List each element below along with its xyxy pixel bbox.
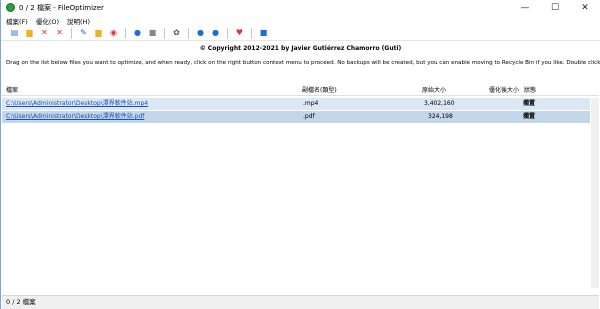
table-row[interactable]: C:\Users\Administrator\Desktop\潭界軟件站.mp4… (2, 98, 590, 110)
pause-icon[interactable]: ■ (147, 28, 158, 39)
maximize-button[interactable]: ☐ (540, 0, 570, 15)
copyright-text: © Copyright 2012-2021 by Javier Gutiérre… (199, 45, 402, 52)
toolbar-separator (251, 27, 252, 39)
list-header: 檔案 副檔名(類型) 原始大小 優化後大小 狀態 (2, 86, 599, 96)
stop-icon[interactable]: ◉ (108, 28, 119, 39)
window-title: 0 / 2 檔案 - FileOptimizer (19, 3, 104, 12)
column-header-file[interactable]: 檔案 (6, 86, 18, 96)
window-controls: — ☐ ✕ (510, 0, 600, 15)
toolbar-separator (71, 27, 72, 39)
info-icon[interactable]: ■ (258, 28, 269, 39)
menu-file[interactable]: 檔案(F) (6, 16, 28, 26)
status-bar: 0 / 2 檔案 (2, 295, 599, 309)
file-ext: .mp4 (303, 100, 319, 107)
toolbar-separator (227, 27, 228, 39)
menu-bar: 檔案(F) 優化(O) 說明(H) (1, 15, 600, 26)
help-icon[interactable]: ● (195, 28, 206, 39)
file-orig-size: 324,198 (428, 113, 453, 120)
file-ext: .pdf (303, 113, 315, 120)
file-status: 擱置 (523, 113, 536, 120)
donate-icon[interactable]: ♥ (234, 28, 245, 39)
file-path[interactable]: C:\Users\Administrator\Desktop\潭界軟件站.pdf (6, 111, 144, 123)
table-row[interactable]: C:\Users\Administrator\Desktop\潭界軟件站.pdf… (2, 111, 590, 123)
add-files-icon[interactable]: ▤ (9, 28, 20, 39)
column-header-status[interactable]: 狀態 (524, 86, 536, 96)
minimize-button[interactable]: — (510, 0, 540, 15)
column-header-orig-size[interactable]: 原始大小 (422, 86, 446, 96)
clear-icon[interactable]: ✕ (54, 28, 65, 39)
settings-icon[interactable]: ✿ (171, 28, 182, 39)
file-path[interactable]: C:\Users\Administrator\Desktop\潭界軟件站.mp4 (6, 98, 148, 110)
menu-help[interactable]: 說明(H) (67, 16, 90, 26)
play-icon[interactable]: ● (132, 28, 143, 39)
column-header-ext[interactable]: 副檔名(類型) (302, 86, 337, 96)
column-header-opt-size[interactable]: 優化後大小 (489, 86, 519, 96)
app-window: 0 / 2 檔案 - FileOptimizer — ☐ ✕ 檔案(F) 優化(… (0, 0, 600, 309)
toolbar: ▤ ▆ ✕ ✕ ✎ ▆ ◉ ● ■ ✿ ● ● ♥ ■ (1, 26, 600, 41)
status-text: 0 / 2 檔案 (6, 298, 36, 306)
file-orig-size: 3,402,160 (424, 100, 455, 107)
edit-icon[interactable]: ✎ (78, 28, 89, 39)
app-icon (6, 3, 15, 12)
vertical-scrollbar[interactable] (591, 98, 599, 288)
open-folder-icon[interactable]: ▆ (93, 28, 104, 39)
add-folder-icon[interactable]: ▆ (24, 28, 35, 39)
update-icon[interactable]: ● (210, 28, 221, 39)
instructions-text: Drag on the list below files you want to… (6, 60, 600, 66)
remove-icon[interactable]: ✕ (39, 28, 50, 39)
file-status: 擱置 (523, 100, 536, 107)
menu-optimize[interactable]: 優化(O) (36, 16, 59, 26)
toolbar-separator (188, 27, 189, 39)
toolbar-separator (164, 27, 165, 39)
toolbar-separator (125, 27, 126, 39)
title-bar: 0 / 2 檔案 - FileOptimizer — ☐ ✕ (1, 0, 600, 15)
close-button[interactable]: ✕ (570, 0, 600, 15)
